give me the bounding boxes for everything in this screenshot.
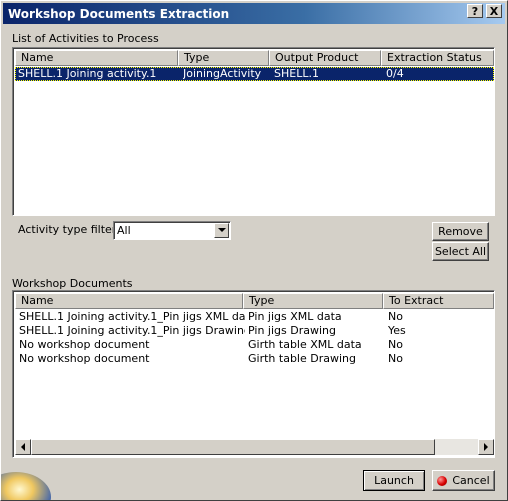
triangle-left-icon[interactable]: [15, 439, 31, 455]
documents-col-extract[interactable]: To Extract: [383, 293, 494, 309]
triangle-down-icon[interactable]: [214, 223, 229, 238]
activities-col-name[interactable]: Name: [15, 50, 178, 66]
activity-name: SHELL.1 Joining activity.1: [18, 67, 157, 80]
document-type: Girth table XML data: [248, 338, 362, 351]
activities-col-output[interactable]: Output Product: [269, 50, 381, 66]
remove-button[interactable]: Remove: [432, 222, 489, 241]
triangle-right-icon[interactable]: [478, 439, 494, 455]
decorative-orb: [1, 472, 51, 500]
window-title: Workshop Documents Extraction: [8, 6, 230, 21]
title-bar[interactable]: Workshop Documents Extraction: [3, 3, 505, 24]
activities-col-type[interactable]: Type: [178, 50, 269, 66]
document-type: Pin jigs XML data: [248, 310, 342, 323]
document-name: SHELL.1 Joining activity.1_Pin jigs Draw…: [19, 324, 245, 337]
dialog-window: Workshop Documents Extraction ? X List o…: [0, 0, 508, 501]
launch-label: Launch: [374, 474, 414, 487]
document-name: No workshop document: [19, 338, 150, 351]
document-to-extract: No: [388, 338, 403, 351]
document-to-extract: No: [388, 310, 403, 323]
documents-list[interactable]: Name Type To Extract SHELL.1 Joining act…: [12, 290, 495, 458]
red-dot-icon: [437, 475, 448, 486]
activities-col-status[interactable]: Extraction Status: [381, 50, 494, 66]
launch-button[interactable]: Launch: [363, 470, 425, 491]
activity-type-filter[interactable]: All: [113, 221, 231, 240]
cancel-label: Cancel: [452, 474, 490, 487]
cancel-button[interactable]: Cancel: [432, 470, 495, 491]
document-type: Girth table Drawing: [248, 352, 356, 365]
document-to-extract: No: [388, 352, 403, 365]
document-row[interactable]: SHELL.1 Joining activity.1_Pin jigs Draw…: [15, 324, 494, 338]
document-row[interactable]: No workshop document Girth table XML dat…: [15, 338, 494, 352]
activity-status: 0/4: [386, 67, 404, 80]
activities-section-label: List of Activities to Process: [12, 32, 159, 45]
documents-hscrollbar[interactable]: [15, 439, 494, 455]
documents-section-label: Workshop Documents: [12, 277, 133, 290]
help-button[interactable]: ?: [467, 4, 483, 18]
scroll-thumb[interactable]: [31, 439, 435, 455]
documents-col-name[interactable]: Name: [15, 293, 243, 309]
filter-value: All: [117, 224, 131, 237]
document-name: SHELL.1 Joining activity.1_Pin jigs XML …: [19, 310, 245, 323]
document-type: Pin jigs Drawing: [248, 324, 336, 337]
activities-list[interactable]: Name Type Output Product Extraction Stat…: [12, 47, 495, 216]
document-to-extract: Yes: [388, 324, 406, 337]
filter-label: Activity type filter:: [18, 223, 120, 236]
close-button[interactable]: X: [486, 4, 502, 18]
document-row[interactable]: No workshop document Girth table Drawing…: [15, 352, 494, 366]
activity-type: JoiningActivity: [183, 67, 262, 80]
activity-row[interactable]: SHELL.1 Joining activity.1 JoiningActivi…: [15, 67, 494, 81]
select-all-button[interactable]: Select All: [432, 242, 489, 261]
document-name: No workshop document: [19, 352, 150, 365]
activity-output: SHELL.1: [274, 67, 319, 80]
document-row[interactable]: SHELL.1 Joining activity.1_Pin jigs XML …: [15, 310, 494, 324]
documents-col-type[interactable]: Type: [243, 293, 383, 309]
